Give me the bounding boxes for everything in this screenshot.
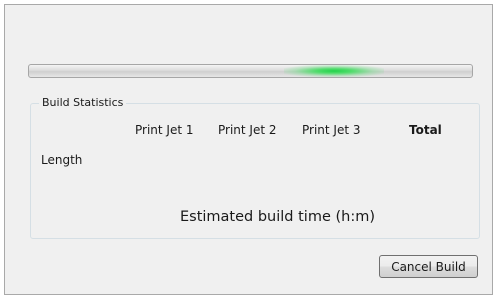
- build-progress-bar: [28, 64, 473, 78]
- column-header-print-jet-3: Print Jet 3: [302, 123, 361, 137]
- column-header-total: Total: [409, 123, 442, 137]
- column-header-print-jet-2: Print Jet 2: [218, 123, 277, 137]
- estimated-build-time-label: Estimated build time (h:m): [179, 209, 375, 225]
- row-label-length: Length: [41, 153, 83, 167]
- column-header-print-jet-1: Print Jet 1: [135, 123, 194, 137]
- build-statistics-label: Build Statistics: [39, 96, 127, 110]
- progress-indicator-glow: [284, 65, 384, 77]
- cancel-build-button[interactable]: Cancel Build: [379, 255, 478, 278]
